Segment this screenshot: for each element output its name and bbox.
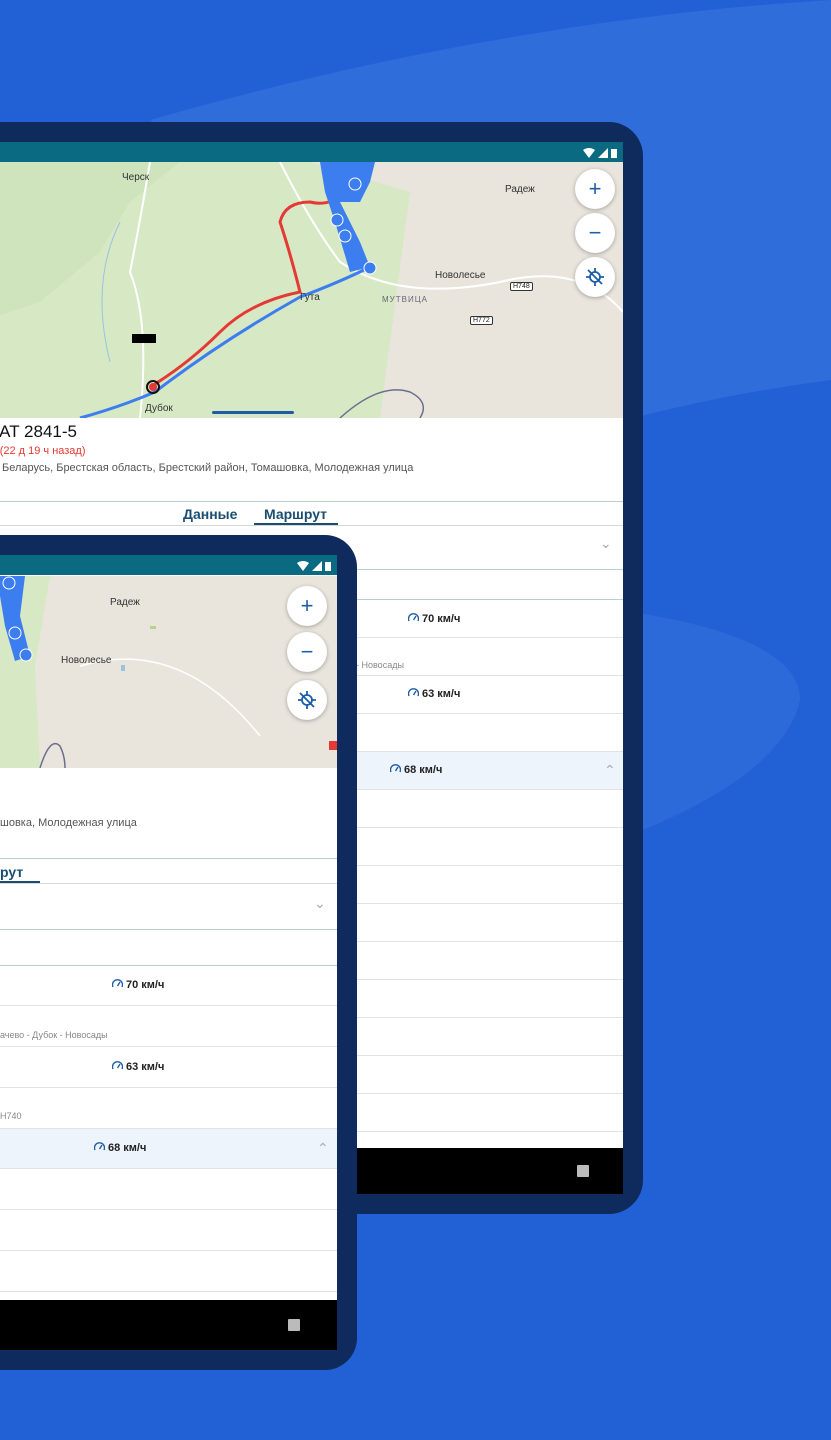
tab-route[interactable]: Маршрут <box>264 506 327 522</box>
speedometer-icon <box>93 1142 106 1154</box>
zoom-out-button[interactable]: − <box>287 632 327 672</box>
tabs-divider-top <box>0 858 337 859</box>
row-divider <box>0 1005 337 1006</box>
location-off-icon <box>298 691 316 709</box>
gps-toggle-button[interactable] <box>575 257 615 297</box>
chevron-up-icon[interactable]: ⌃ <box>317 1140 329 1157</box>
vehicle-address: Беларусь, Брестская область, Брестский р… <box>2 462 414 474</box>
zoom-out-button[interactable]: − <box>575 213 615 253</box>
speedometer-icon <box>407 688 420 700</box>
wifi-icon <box>583 145 595 163</box>
sheet-drag-handle[interactable] <box>212 411 294 414</box>
speed-row-1: 70 км/ч <box>111 979 165 991</box>
battery-icon <box>325 558 331 576</box>
front-tablet-screen: Радеж Новолесье + − шовка, Молодежная ул… <box>0 555 337 1350</box>
row-divider <box>0 965 337 966</box>
zoom-in-button[interactable]: + <box>287 586 327 626</box>
road-badge-h772: H772 <box>470 316 493 325</box>
minus-icon: − <box>300 639 314 664</box>
speed-value-3: 68 км/ч <box>404 764 443 776</box>
map-label-radezh: Радеж <box>505 184 535 195</box>
speedometer-icon <box>111 979 124 991</box>
vehicle-title: а AT 2841-5 <box>0 422 77 441</box>
recents-square-icon[interactable] <box>577 1165 589 1177</box>
chevron-up-icon[interactable]: ⌃ <box>604 762 616 779</box>
wifi-icon <box>297 558 309 576</box>
selected-row[interactable] <box>0 1129 337 1168</box>
row-divider <box>0 1046 337 1047</box>
navigation-bar <box>0 1300 337 1350</box>
map-label-dubok: Дубок <box>145 403 173 414</box>
route-hint-2: H740 <box>0 1111 22 1121</box>
battery-icon <box>611 145 617 163</box>
map-label-novolesye: Новолесье <box>61 655 112 666</box>
row-divider <box>0 1209 337 1210</box>
plus-icon: + <box>588 176 602 201</box>
row-divider <box>0 1168 337 1169</box>
vehicle-status: ес (22 д 19 ч назад) <box>0 445 86 457</box>
map-label-cherks: Черск <box>122 172 150 183</box>
map-view[interactable]: Радеж Новолесье + − <box>0 576 337 768</box>
tab-data[interactable]: Данные <box>183 506 237 522</box>
gps-toggle-button[interactable] <box>287 680 327 720</box>
status-bar <box>0 142 623 162</box>
map-label-radezh: Радеж <box>110 597 140 608</box>
map-label-guta: Гута <box>300 292 320 303</box>
row-divider <box>0 1291 337 1292</box>
speedometer-icon <box>111 1061 124 1073</box>
tab-route[interactable]: рут <box>0 864 23 880</box>
speedometer-icon <box>389 764 402 776</box>
zoom-in-button[interactable]: + <box>575 169 615 209</box>
signal-icon <box>598 145 608 163</box>
tabs-divider-top <box>0 501 623 502</box>
speed-row-1: 70 км/ч <box>407 613 461 625</box>
row-divider <box>0 929 337 930</box>
map-label-novolesye: Новолесье <box>435 270 486 281</box>
map-label-mutvitsa: МУТВИЦА <box>382 295 428 304</box>
speed-value-3: 68 км/ч <box>108 1142 147 1154</box>
status-bar <box>0 555 337 575</box>
plus-icon: + <box>300 593 314 618</box>
row-divider <box>0 1087 337 1088</box>
row-divider <box>0 1250 337 1251</box>
front-tablet-frame: Радеж Новолесье + − шовка, Молодежная ул… <box>0 535 357 1370</box>
speed-row-3: 68 км/ч <box>93 1142 147 1154</box>
speed-value-2: 63 км/ч <box>126 1061 165 1073</box>
vehicle-address: шовка, Молодежная улица <box>0 817 137 829</box>
speed-row-3: 68 км/ч <box>389 764 443 776</box>
tabs-divider-bottom <box>0 525 623 526</box>
recents-square-icon[interactable] <box>288 1319 300 1331</box>
route-hint-1: - Новосады <box>356 660 404 670</box>
road-badge-h748: H748 <box>510 282 533 291</box>
chevron-down-icon[interactable]: ⌄ <box>314 895 326 912</box>
minus-icon: − <box>588 220 602 245</box>
map-view[interactable]: Черск Радеж Новолесье Гута МУТВИЦА Дубок… <box>0 162 623 418</box>
speed-value-1: 70 км/ч <box>126 979 165 991</box>
signal-icon <box>312 558 322 576</box>
route-hint-1: ачево - Дубок - Новосады <box>0 1030 108 1040</box>
speed-value-1: 70 км/ч <box>422 613 461 625</box>
speed-row-2: 63 км/ч <box>407 688 461 700</box>
speedometer-icon <box>407 613 420 625</box>
tabs-divider-bottom <box>0 883 337 884</box>
speed-row-2: 63 км/ч <box>111 1061 165 1073</box>
chevron-down-icon[interactable]: ⌄ <box>600 535 612 552</box>
status-ago: (22 д 19 ч назад) <box>0 445 86 457</box>
location-off-icon <box>586 268 604 286</box>
speed-value-2: 63 км/ч <box>422 688 461 700</box>
